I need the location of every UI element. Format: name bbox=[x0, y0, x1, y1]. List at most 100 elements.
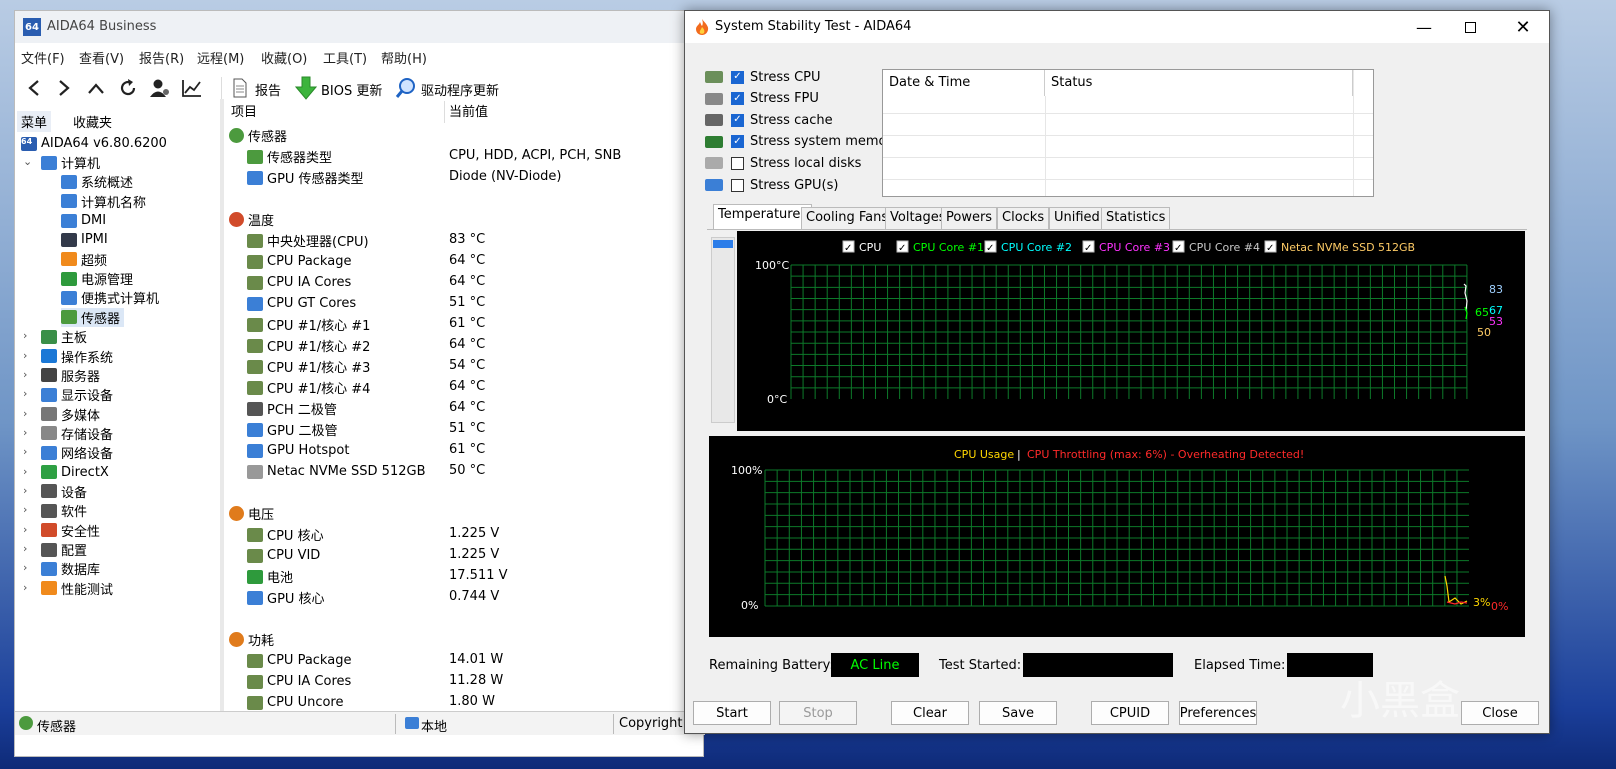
stress-checkbox[interactable] bbox=[731, 178, 744, 192]
stress-option[interactable]: ✓ Stress system memory bbox=[705, 132, 900, 152]
tree-expander-icon[interactable]: › bbox=[23, 503, 33, 516]
tree-item[interactable]: IPMI bbox=[61, 230, 112, 249]
sensor-row[interactable]: GPU 核心 bbox=[247, 587, 325, 608]
stress-checkbox[interactable]: ✓ bbox=[731, 70, 744, 84]
tree-expander-icon[interactable]: › bbox=[23, 561, 33, 574]
sensor-row[interactable]: 中央处理器(CPU) bbox=[247, 230, 369, 251]
section-header[interactable]: 温度 bbox=[229, 209, 274, 230]
user-button[interactable] bbox=[147, 75, 173, 101]
sensor-row[interactable]: 传感器类型 bbox=[247, 146, 332, 167]
tree-expander-icon[interactable]: › bbox=[23, 465, 33, 478]
sensor-row[interactable]: CPU #1/核心 #3 bbox=[247, 356, 370, 377]
tree-item[interactable]: 计算机 bbox=[41, 153, 104, 172]
tree-item[interactable]: 软件 bbox=[41, 501, 91, 520]
clear-button[interactable]: Clear bbox=[891, 701, 969, 725]
cpuid-button[interactable]: CPUID bbox=[1091, 701, 1169, 725]
start-button[interactable]: Start bbox=[693, 701, 771, 725]
tree-item[interactable]: 数据库 bbox=[41, 559, 104, 578]
bios-update-button-label[interactable]: BIOS 更新 bbox=[321, 80, 382, 99]
stress-option[interactable]: ✓ Stress CPU bbox=[705, 67, 821, 87]
tree-item[interactable]: 传感器 bbox=[61, 307, 125, 327]
column-header-value[interactable]: 当前值 bbox=[445, 101, 705, 123]
close-button[interactable]: Close bbox=[1461, 701, 1539, 725]
sensor-row[interactable]: GPU 二极管 bbox=[247, 419, 338, 440]
tree-expander-icon[interactable]: ⌄ bbox=[23, 155, 33, 168]
sensor-row[interactable]: CPU 核心 bbox=[247, 524, 324, 545]
menu-file[interactable]: 文件(F) bbox=[21, 48, 65, 67]
tree-item[interactable]: 主板 bbox=[41, 327, 91, 346]
stress-checkbox[interactable]: ✓ bbox=[731, 92, 744, 106]
stress-option[interactable]: ✓ Stress FPU bbox=[705, 89, 819, 109]
tree-item[interactable]: DMI bbox=[61, 211, 110, 230]
tree-expander-icon[interactable]: › bbox=[23, 368, 33, 381]
tree-expander-icon[interactable]: › bbox=[23, 581, 33, 594]
tab-clocks[interactable]: Clocks bbox=[997, 207, 1050, 229]
tree-expander-icon[interactable]: › bbox=[23, 407, 33, 420]
menu-favorites[interactable]: 收藏(O) bbox=[261, 48, 307, 67]
stop-button[interactable]: Stop bbox=[779, 701, 857, 725]
minimize-button[interactable]: — bbox=[1401, 11, 1447, 43]
bios-update-icon-button[interactable] bbox=[293, 75, 319, 101]
tree-item[interactable]: 配置 bbox=[41, 540, 91, 559]
maximize-button[interactable] bbox=[1447, 11, 1493, 43]
refresh-button[interactable] bbox=[115, 75, 141, 101]
stress-option[interactable]: ✓ Stress cache bbox=[705, 110, 833, 130]
tree-item[interactable]: 电源管理 bbox=[61, 269, 137, 288]
menu-report[interactable]: 报告(R) bbox=[139, 48, 184, 67]
sensor-row[interactable]: CPU GT Cores bbox=[247, 293, 356, 314]
sensor-scrollbar[interactable] bbox=[711, 237, 735, 423]
chart-button[interactable] bbox=[179, 75, 205, 101]
section-header[interactable]: 功耗 bbox=[229, 629, 274, 650]
tab-cooling-fans[interactable]: Cooling Fans bbox=[801, 207, 894, 229]
save-button[interactable]: Save bbox=[979, 701, 1057, 725]
tree-item[interactable]: 系统概述 bbox=[61, 172, 137, 191]
up-button[interactable] bbox=[83, 75, 109, 101]
tree-expander-icon[interactable]: › bbox=[23, 349, 33, 362]
stress-checkbox[interactable]: ✓ bbox=[731, 113, 744, 127]
column-header-item[interactable]: 项目 bbox=[225, 101, 445, 123]
menu-remote[interactable]: 远程(M) bbox=[197, 48, 244, 67]
report-icon-button[interactable] bbox=[227, 75, 253, 101]
sensor-row[interactable]: CPU #1/核心 #4 bbox=[247, 377, 370, 398]
tree-item[interactable]: 服务器 bbox=[41, 366, 104, 385]
panel-splitter[interactable] bbox=[220, 99, 224, 729]
tree-item[interactable]: DirectX bbox=[41, 463, 113, 482]
driver-update-button-label[interactable]: 驱动程序更新 bbox=[421, 80, 499, 99]
tab-favorites[interactable]: 收藏夹 bbox=[69, 111, 116, 132]
section-header[interactable]: 电压 bbox=[229, 503, 274, 524]
forward-button[interactable] bbox=[51, 75, 77, 101]
tree-item[interactable]: 超频 bbox=[61, 250, 111, 269]
back-button[interactable] bbox=[21, 75, 47, 101]
sensor-row[interactable]: PCH 二极管 bbox=[247, 398, 337, 419]
tree-expander-icon[interactable]: › bbox=[23, 542, 33, 555]
tree-expander-icon[interactable]: › bbox=[23, 445, 33, 458]
tab-temperatures[interactable]: Temperatures bbox=[713, 204, 813, 230]
sensor-row[interactable]: 电池 bbox=[247, 566, 293, 587]
menu-help[interactable]: 帮助(H) bbox=[381, 48, 427, 67]
tree-item[interactable]: 网络设备 bbox=[41, 443, 117, 462]
stress-option[interactable]: Stress GPU(s) bbox=[705, 175, 838, 195]
tree-expander-icon[interactable]: › bbox=[23, 523, 33, 536]
sensor-row[interactable]: CPU VID bbox=[247, 545, 320, 566]
stress-checkbox[interactable]: ✓ bbox=[731, 135, 744, 149]
tree-item[interactable]: 便携式计算机 bbox=[61, 288, 163, 307]
sensor-row[interactable]: Netac NVMe SSD 512GB bbox=[247, 461, 425, 482]
stress-checkbox[interactable] bbox=[731, 156, 744, 170]
tree-item[interactable]: 操作系统 bbox=[41, 347, 117, 366]
tree-item[interactable]: 设备 bbox=[41, 482, 91, 501]
report-button-label[interactable]: 报告 bbox=[255, 80, 281, 99]
tree-expander-icon[interactable]: › bbox=[23, 484, 33, 497]
tree-root[interactable]: 64 AIDA64 v6.80.6200 bbox=[21, 134, 167, 153]
sensor-row[interactable]: CPU Package bbox=[247, 251, 351, 272]
log-header-status[interactable]: Status bbox=[1045, 70, 1353, 96]
sensor-row[interactable]: CPU IA Cores bbox=[247, 272, 351, 293]
section-header[interactable]: 传感器 bbox=[229, 125, 287, 146]
tab-statistics[interactable]: Statistics bbox=[1101, 207, 1171, 229]
tree-item[interactable]: 显示设备 bbox=[41, 385, 117, 404]
sensor-row[interactable]: CPU Package bbox=[247, 650, 351, 671]
driver-update-icon-button[interactable] bbox=[393, 75, 419, 101]
tree-item[interactable]: 计算机名称 bbox=[61, 192, 150, 211]
tab-unified[interactable]: Unified bbox=[1049, 207, 1105, 229]
sensor-row[interactable]: CPU Uncore bbox=[247, 692, 343, 713]
close-window-button[interactable]: ✕ bbox=[1500, 11, 1546, 43]
